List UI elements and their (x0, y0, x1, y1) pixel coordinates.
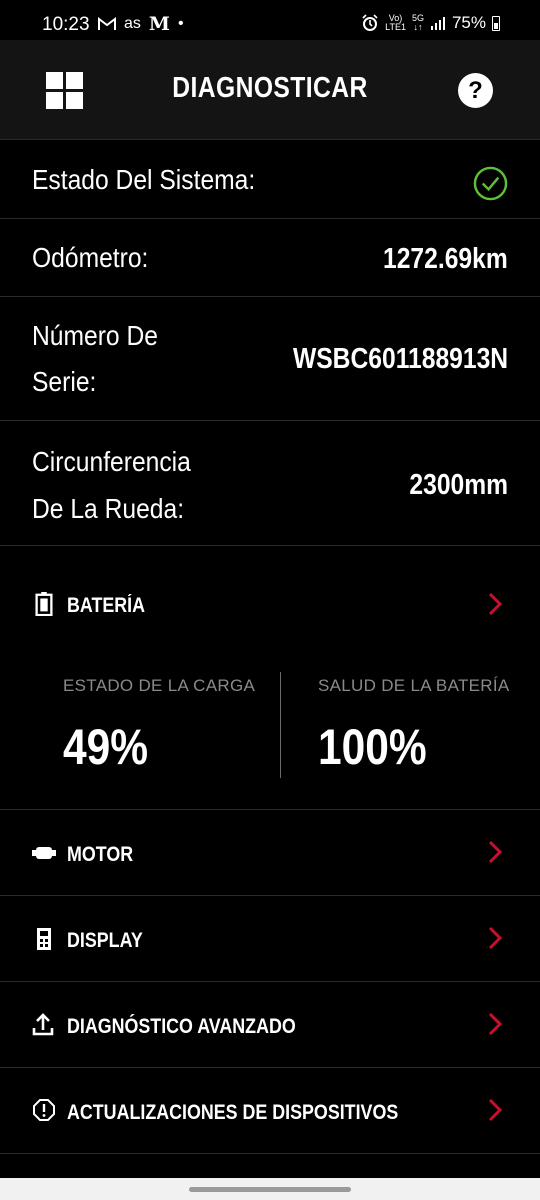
battery-status-icon (492, 15, 500, 31)
battery-health-label: SALUD DE LA BATERÍA (318, 676, 510, 695)
motor-icon (32, 847, 56, 859)
menu-item-motor-label: MOTOR (67, 843, 134, 866)
display-device-icon (37, 928, 51, 950)
wheel-label-line2: De La Rueda: (32, 493, 185, 524)
system-icons: Vo) LTE1 5G ↓↑ 75% (361, 13, 500, 33)
charge-state-label: ESTADO DE LA CARGA (63, 676, 256, 695)
chevron-right-icon (488, 1098, 502, 1122)
gmail-icon (98, 17, 116, 30)
battery-section: BATERÍA ESTADO DE LA CARGA 49% SALUD DE … (0, 546, 540, 810)
as-notification-icon: as (124, 15, 141, 32)
menu-item-updates-label: ACTUALIZACIONES DE DISPOSITIVOS (67, 1101, 399, 1124)
volte-icon: Vo) LTE1 (385, 13, 406, 32)
chevron-right-icon (488, 592, 502, 616)
battery-percent: 75% (451, 13, 486, 32)
serial-label-line2: Serie: (32, 366, 97, 397)
chevron-right-icon (488, 1012, 502, 1036)
upload-icon (32, 1013, 54, 1036)
notification-icons: as M • (98, 13, 184, 35)
chevron-right-icon (488, 840, 502, 864)
odometer-value: 1272.69km (383, 243, 508, 275)
menu-item-device-updates[interactable]: ACTUALIZACIONES DE DISPOSITIVOS (0, 1068, 540, 1154)
wheel-value: 2300mm (409, 469, 508, 501)
battery-icon (35, 592, 53, 616)
menu-item-advanced-label: DIAGNÓSTICO AVANZADO (67, 1015, 296, 1038)
signal-icon (430, 17, 445, 30)
battery-health-value: 100% (318, 719, 427, 775)
menu-item-display[interactable]: DISPLAY (0, 896, 540, 982)
marca-notification-icon: M (148, 13, 170, 35)
chevron-right-icon (488, 926, 502, 950)
status-time: 10:23 (42, 14, 90, 35)
page-title: DIAGNOSTICAR (172, 72, 368, 104)
alarm-icon (362, 14, 378, 31)
system-status-label: Estado Del Sistema: (32, 164, 256, 195)
status-ok-check-icon (473, 166, 508, 201)
menu-item-display-label: DISPLAY (67, 929, 143, 952)
help-icon[interactable]: ? (458, 73, 493, 108)
battery-header[interactable]: BATERÍA (0, 576, 540, 636)
charge-state-value: 49% (63, 719, 149, 775)
app-header: DIAGNOSTICAR ? (0, 40, 540, 140)
odometer-label: Odómetro: (32, 242, 149, 273)
network-type-icon: 5G ↓↑ (411, 13, 424, 32)
serial-label-line1: Número De (32, 320, 158, 351)
home-gesture-handle[interactable] (189, 1187, 351, 1192)
battery-title: BATERÍA (67, 594, 146, 617)
wheel-label-line1: Circunferencia (32, 446, 191, 477)
menu-item-motor[interactable]: MOTOR (0, 810, 540, 896)
stat-divider (280, 672, 281, 778)
system-navigation-bar (0, 1178, 540, 1200)
menu-item-advanced-diagnostics[interactable]: DIAGNÓSTICO AVANZADO (0, 982, 540, 1068)
system-status-row: Estado Del Sistema: (0, 141, 540, 219)
status-bar: 10:23 as M • Vo) LTE1 5G ↓↑ 75% (0, 0, 540, 40)
battery-health-stat: SALUD DE LA BATERÍA 100% (318, 676, 538, 776)
charge-state-stat: ESTADO DE LA CARGA 49% (63, 676, 283, 776)
notification-dot: • (177, 15, 184, 32)
alert-octagon-icon (33, 1099, 55, 1121)
wheel-circumference-row: Circunferencia De La Rueda: 2300mm (0, 421, 540, 546)
serial-number-row: Número De Serie: WSBC601188913N (0, 297, 540, 421)
serial-value: WSBC601188913N (292, 343, 508, 375)
odometer-row: Odómetro: 1272.69km (0, 219, 540, 297)
